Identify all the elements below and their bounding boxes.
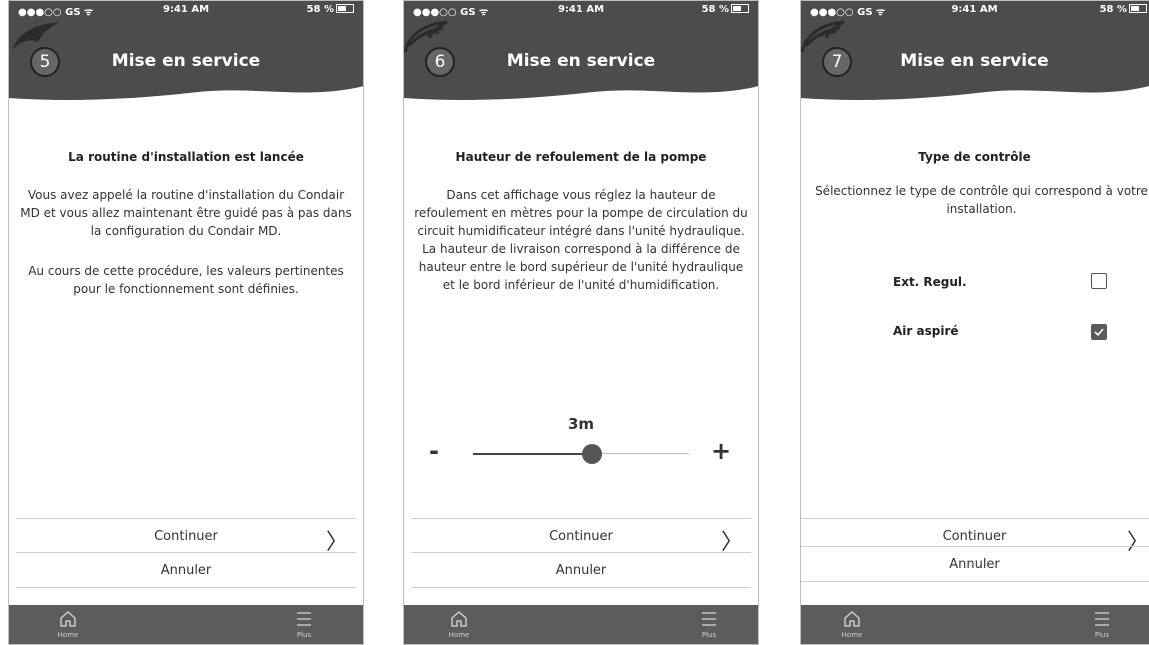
option-label-ext-regul: Ext. Regul. (893, 275, 967, 289)
header-bar: 7 Mise en service (800, 20, 1149, 110)
ext-regul-checkbox[interactable] (1091, 273, 1107, 289)
description-text: Sélectionnez le type de contrôle qui cor… (815, 184, 1148, 216)
checkmark-icon (1094, 328, 1104, 337)
home-icon (844, 611, 860, 627)
tab-bar: Home Plus (8, 605, 364, 645)
tab-home[interactable]: Home (48, 609, 88, 639)
menu-icon (702, 612, 716, 626)
battery-status: 58 % (1100, 4, 1147, 15)
pump-height-slider[interactable] (473, 444, 689, 464)
condair-logo-icon (800, 20, 845, 53)
tab-home[interactable]: Home (832, 609, 872, 639)
cancel-label: Annuler (160, 562, 212, 578)
cancel-button[interactable]: Annuler (411, 552, 751, 588)
home-icon (60, 611, 76, 627)
page-title: Mise en service (900, 51, 1049, 71)
home-icon (451, 611, 467, 627)
menu-icon (297, 612, 311, 626)
description-text-2: Au cours de cette procédure, les valeurs… (28, 264, 344, 296)
cancel-label: Annuler (949, 556, 1000, 572)
status-bar: ●●●○○ GS ᯤ 9:41 AM 58 % (800, 0, 1149, 20)
decrease-button[interactable]: - (429, 437, 439, 465)
continue-label: Continuer (942, 528, 1007, 544)
battery-status: 58 % (702, 4, 749, 15)
tab-more[interactable]: Plus (689, 609, 729, 639)
header-bar: 6 Mise en service (403, 20, 759, 110)
battery-icon (731, 4, 749, 13)
tab-home[interactable]: Home (439, 609, 479, 639)
menu-icon (1095, 612, 1109, 626)
tab-home-label: Home (448, 631, 470, 639)
continue-button[interactable]: Continuer 〉 (411, 518, 751, 555)
cancel-button[interactable]: Annuler (800, 546, 1149, 582)
tab-more[interactable]: Plus (284, 609, 324, 639)
continue-label: Continuer (549, 528, 613, 544)
tab-home-label: Home (57, 631, 79, 639)
condair-logo-icon (12, 22, 60, 50)
tab-more-label: Plus (701, 631, 717, 639)
tab-more-label: Plus (1094, 631, 1110, 639)
section-heading: Hauteur de refoulement de la pompe (455, 150, 707, 164)
section-heading: Type de contrôle (918, 150, 1031, 164)
condair-logo-icon (403, 20, 448, 53)
battery-status: 58 % (307, 4, 354, 15)
tab-more-label: Plus (296, 631, 312, 639)
tab-bar: Home Plus (403, 605, 759, 645)
slider-thumb[interactable] (581, 444, 602, 464)
status-time: 9:41 AM (951, 4, 998, 15)
screen-step-7: ●●●○○ GS ᯤ 9:41 AM 58 % 7 Mise en servic… (800, 0, 1149, 645)
battery-icon (1129, 4, 1147, 13)
page-title: Mise en service (506, 51, 656, 71)
cancel-label: Annuler (555, 562, 607, 578)
status-bar: ●●●○○ GS ᯤ 9:41 AM 58 % (403, 0, 759, 20)
tab-bar: Home Plus (800, 605, 1149, 645)
page-title: Mise en service (111, 51, 261, 71)
description-text: Vous avez appelé la routine d'installati… (20, 188, 352, 238)
slider-value: 3m (567, 415, 595, 433)
screen-step-6: ●●●○○ GS ᯤ 9:41 AM 58 % 6 Mise en servic… (403, 0, 759, 645)
screen-step-5: ●●●○○ GS ᯤ 9:41 AM 58 % 5 Mise en servic… (8, 0, 364, 645)
header-bar: 5 Mise en service (8, 20, 364, 110)
cancel-button[interactable]: Annuler (16, 552, 356, 588)
description-text: Dans cet affichage vous réglez la hauteu… (414, 188, 748, 292)
option-label-air-aspire: Air aspiré (893, 324, 959, 338)
tab-home-label: Home (841, 631, 863, 639)
status-bar: ●●●○○ GS ᯤ 9:41 AM 58 % (8, 0, 364, 20)
air-aspire-checkbox[interactable] (1091, 324, 1107, 340)
continue-button[interactable]: Continuer 〉 (16, 518, 356, 555)
increase-button[interactable]: + (711, 437, 731, 465)
continue-label: Continuer (154, 528, 218, 544)
battery-icon (336, 4, 354, 13)
section-heading: La routine d'installation est lancée (68, 150, 304, 164)
tab-more[interactable]: Plus (1082, 609, 1122, 639)
